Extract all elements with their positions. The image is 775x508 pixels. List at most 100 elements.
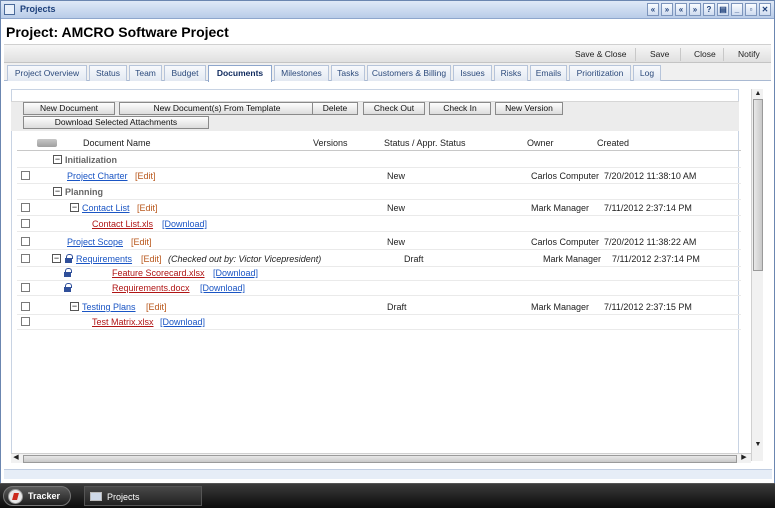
tab-prioritization[interactable]: Prioritization: [569, 65, 631, 81]
new-version-button[interactable]: New Version: [495, 102, 563, 115]
document-link[interactable]: Testing Plans: [82, 302, 136, 312]
scroll-left-icon[interactable]: ◀: [12, 454, 20, 462]
window-statusbar: [4, 469, 772, 479]
attachment-link[interactable]: Test Matrix.xlsx: [92, 317, 154, 327]
minimize-icon[interactable]: _: [731, 3, 743, 16]
new-from-template-button[interactable]: New Document(s) From Template: [119, 102, 315, 115]
edit-link[interactable]: [Edit]: [135, 171, 156, 181]
owner-cell: Mark Manager: [531, 302, 590, 312]
lock-icon: [65, 254, 73, 263]
document-link[interactable]: Project Charter: [67, 171, 128, 181]
document-link[interactable]: Project Scope: [67, 237, 123, 247]
tab-status[interactable]: Status: [89, 65, 127, 81]
action-divider: [723, 48, 724, 61]
collapse-icon[interactable]: −: [52, 254, 61, 263]
status-cell: Draft: [387, 302, 407, 312]
scroll-down-icon[interactable]: ▼: [753, 441, 763, 449]
attachment-link[interactable]: Contact List.xls: [92, 219, 153, 229]
check-out-button[interactable]: Check Out: [363, 102, 425, 115]
document-link[interactable]: Requirements: [76, 254, 132, 264]
help-icon[interactable]: ?: [703, 3, 715, 16]
window-titlebar: Projects « » « » ? ▤ _ ▫ ✕: [1, 1, 774, 19]
column-document-name[interactable]: Document Name: [83, 138, 151, 148]
column-status[interactable]: Status / Appr. Status: [384, 138, 466, 148]
download-link[interactable]: [Download]: [213, 268, 258, 278]
tab-budget[interactable]: Budget: [164, 65, 206, 81]
list-icon[interactable]: ▤: [717, 3, 729, 16]
edit-link[interactable]: [Edit]: [137, 203, 158, 213]
created-cell: 7/20/2012 11:38:10 AM: [604, 171, 697, 181]
tab-milestones[interactable]: Milestones: [274, 65, 329, 81]
save-button[interactable]: Save: [650, 49, 669, 59]
scrollbar-thumb[interactable]: [23, 455, 737, 463]
owner-cell: Mark Manager: [543, 254, 602, 264]
next-icon[interactable]: »: [689, 3, 701, 16]
start-label: Tracker: [28, 491, 61, 501]
close-button[interactable]: Close: [694, 49, 716, 59]
collapse-icon[interactable]: −: [70, 203, 79, 212]
download-selected-button[interactable]: Download Selected Attachments: [23, 116, 209, 129]
group-label: Planning: [65, 187, 103, 197]
tab-project-overview[interactable]: Project Overview: [7, 65, 87, 81]
row-checkbox[interactable]: [21, 283, 30, 292]
row-checkbox[interactable]: [21, 317, 30, 326]
scroll-right-icon[interactable]: ▶: [740, 454, 748, 462]
documents-toolbar: New Document New Document(s) From Templa…: [11, 101, 739, 131]
download-link[interactable]: [Download]: [160, 317, 205, 327]
edit-link[interactable]: [Edit]: [141, 254, 162, 264]
prev-icon[interactable]: «: [675, 3, 687, 16]
action-bar: Save & Close Save Close Notify: [4, 44, 771, 63]
column-created[interactable]: Created: [597, 138, 629, 148]
new-document-button[interactable]: New Document: [23, 102, 115, 115]
owner-cell: Mark Manager: [531, 203, 590, 213]
tab-risks[interactable]: Risks: [494, 65, 528, 81]
table-row: Test Matrix.xlsx [Download]: [17, 314, 741, 330]
row-checkbox[interactable]: [21, 171, 30, 180]
horizontal-scrollbar[interactable]: ◀ ▶: [11, 453, 751, 463]
row-checkbox[interactable]: [21, 302, 30, 311]
tab-log[interactable]: Log: [633, 65, 661, 81]
tab-team[interactable]: Team: [129, 65, 162, 81]
collapse-left-icon[interactable]: «: [647, 3, 659, 16]
table-row: Project Charter [Edit] New Carlos Comput…: [17, 168, 741, 184]
tab-customers-billing[interactable]: Customers & Billing: [367, 65, 451, 81]
collapse-icon[interactable]: −: [53, 155, 62, 164]
collapse-icon[interactable]: −: [70, 302, 79, 311]
page-title: Project: AMCRO Software Project: [6, 24, 229, 40]
download-link[interactable]: [Download]: [162, 219, 207, 229]
window-icon: [90, 492, 102, 501]
close-icon[interactable]: ✕: [759, 3, 771, 16]
restore-icon[interactable]: ▫: [745, 3, 757, 16]
delete-button[interactable]: Delete: [312, 102, 358, 115]
start-button[interactable]: Tracker: [3, 486, 71, 506]
taskbar-item-projects[interactable]: Projects: [84, 486, 202, 506]
edit-link[interactable]: [Edit]: [146, 302, 167, 312]
scroll-up-icon[interactable]: ▲: [753, 90, 763, 98]
row-checkbox[interactable]: [21, 203, 30, 212]
collapse-icon[interactable]: −: [53, 187, 62, 196]
attachment-column-icon: [37, 139, 57, 147]
check-in-button[interactable]: Check In: [429, 102, 491, 115]
tab-documents[interactable]: Documents: [208, 65, 272, 82]
collapse-right-icon[interactable]: »: [661, 3, 673, 16]
column-owner[interactable]: Owner: [527, 138, 554, 148]
attachment-link[interactable]: Feature Scorecard.xlsx: [112, 268, 205, 278]
scrollbar-thumb[interactable]: [753, 99, 763, 271]
tab-emails[interactable]: Emails: [530, 65, 567, 81]
table-row: Requirements.docx [Download]: [17, 280, 741, 296]
edit-link[interactable]: [Edit]: [131, 237, 152, 247]
column-versions[interactable]: Versions: [313, 138, 348, 148]
notify-button[interactable]: Notify: [738, 49, 760, 59]
row-checkbox[interactable]: [21, 219, 30, 228]
group-row: − Planning: [17, 184, 741, 200]
tab-tasks[interactable]: Tasks: [331, 65, 365, 81]
tab-issues[interactable]: Issues: [453, 65, 492, 81]
row-checkbox[interactable]: [21, 254, 30, 263]
taskbar-item-label: Projects: [107, 492, 140, 502]
row-checkbox[interactable]: [21, 237, 30, 246]
save-close-button[interactable]: Save & Close: [575, 49, 627, 59]
attachment-link[interactable]: Requirements.docx: [112, 283, 190, 293]
vertical-scrollbar[interactable]: ▲ ▼: [751, 89, 763, 461]
download-link[interactable]: [Download]: [200, 283, 245, 293]
document-link[interactable]: Contact List: [82, 203, 130, 213]
